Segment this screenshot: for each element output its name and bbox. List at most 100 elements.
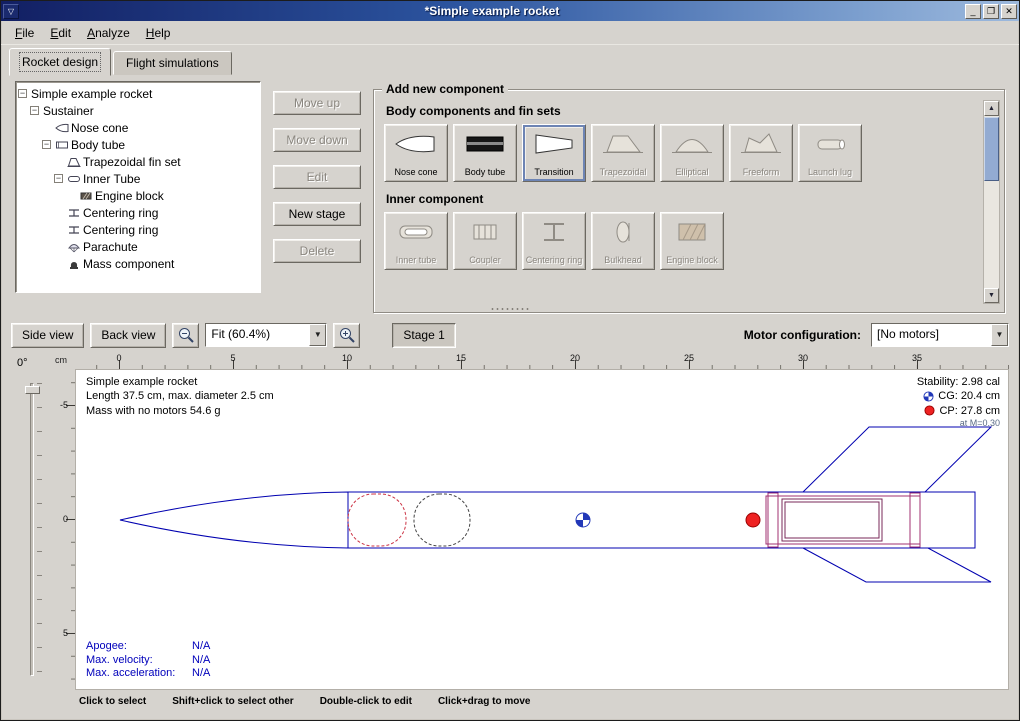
ruler-label: 0 [116, 353, 121, 363]
motor-config-select[interactable]: [No motors] ▼ [871, 323, 1009, 347]
tree-item-nose-cone[interactable]: Nose cone [16, 119, 260, 136]
move-down-button: Move down [273, 128, 361, 152]
body-components-section-label: Body components and fin sets [386, 104, 978, 118]
window-menu-button[interactable]: ▽ [3, 4, 19, 19]
hint-shift-click: Shift+click to select other [172, 696, 293, 707]
ruler-unit-label: cm [55, 355, 75, 369]
menu-help[interactable]: Help [138, 23, 179, 43]
rotation-slider-ticks [37, 383, 42, 676]
centering-ring-outline [768, 493, 778, 547]
component-button-bulkhead: Bulkhead [591, 212, 655, 270]
stability-readout: Stability: 2.98 cal CG: 20.4 cm CP: 27.8… [917, 375, 1000, 430]
zoom-level-select[interactable]: Fit (60.4%) ▼ [205, 323, 327, 347]
component-button-inner-tube: Inner tube [384, 212, 448, 270]
tree-item-centering-ring-1[interactable]: Centering ring [16, 204, 260, 221]
component-button-launch-lug: Launch lug [798, 124, 862, 182]
collapse-icon[interactable]: − [30, 106, 39, 115]
menu-file[interactable]: File [7, 23, 42, 43]
component-button-coupler: Coupler [453, 212, 517, 270]
tree-item-sustainer[interactable]: − Sustainer [16, 102, 260, 119]
side-view-button[interactable]: Side view [11, 323, 84, 348]
rocket-mass: Mass with no motors 54.6 g [86, 404, 274, 418]
mach-text: at M=0.30 [917, 418, 1000, 430]
inner-component-section-label: Inner component [386, 192, 978, 206]
chevron-down-icon[interactable]: ▼ [309, 324, 326, 346]
body-tube-shape-icon [463, 129, 507, 159]
engine-block-outline [782, 499, 882, 541]
scrollbar-track[interactable]: ▲ ▼ [983, 100, 1000, 304]
tree-item-mass-component[interactable]: Mass component [16, 255, 260, 272]
scroll-thumb[interactable] [984, 117, 999, 181]
component-button-freeform-fin: Freeform [729, 124, 793, 182]
centering-ring-icon [67, 224, 83, 236]
parachute-icon [67, 241, 83, 253]
trapezoidal-fin-icon [67, 156, 83, 168]
component-button-trapezoidal-fin: Trapezoidal [591, 124, 655, 182]
collapse-icon[interactable]: − [42, 140, 51, 149]
ruler-label: 35 [912, 353, 922, 363]
tree-item-engine-block[interactable]: Engine block [16, 187, 260, 204]
add-component-panel: Add new component Body components and fi… [373, 89, 1005, 313]
freeform-fin-shape-icon [739, 129, 783, 159]
scroll-down-icon[interactable]: ▼ [984, 288, 999, 303]
close-button[interactable]: ✕ [1001, 4, 1017, 19]
rocket-name: Simple example rocket [86, 375, 274, 389]
titlebar[interactable]: ▽ *Simple example rocket _ ❐ ✕ [1, 1, 1019, 21]
inner-component-buttons: Inner tube Coupler Centering ring [384, 212, 978, 270]
max-acceleration-value: N/A [192, 667, 210, 679]
maximize-button[interactable]: ❐ [983, 4, 999, 19]
zoom-out-button[interactable] [172, 323, 199, 348]
main-tabs: Rocket design Flight simulations [1, 45, 1019, 75]
component-button-nose-cone[interactable]: Nose cone [384, 124, 448, 182]
tree-item-centering-ring-2[interactable]: Centering ring [16, 221, 260, 238]
menu-edit[interactable]: Edit [42, 23, 79, 43]
horizontal-ruler: 0 5 10 15 20 25 30 35 [75, 353, 1009, 369]
hint-double-click: Double-click to edit [320, 696, 412, 707]
tab-rocket-design[interactable]: Rocket design [9, 48, 111, 76]
component-button-elliptical-fin: Elliptical [660, 124, 724, 182]
tree-item-body-tube[interactable]: − Body tube [16, 136, 260, 153]
zoom-in-button[interactable] [333, 323, 360, 348]
rotation-slider[interactable] [30, 383, 34, 676]
tree-item-trapezoidal-fin-set[interactable]: Trapezoidal fin set [16, 153, 260, 170]
stage-1-toggle[interactable]: Stage 1 [392, 323, 455, 348]
rotation-value: 0° [17, 357, 28, 369]
component-button-body-tube[interactable]: Body tube [453, 124, 517, 182]
new-stage-button[interactable]: New stage [273, 202, 361, 226]
rocket-dimensions: Length 37.5 cm, max. diameter 2.5 cm [86, 389, 274, 403]
lower-fin [803, 548, 991, 582]
nose-cone-icon [55, 122, 71, 134]
centering-ring-icon [67, 207, 83, 219]
ruler-label: 10 [342, 353, 352, 363]
ruler-label: 25 [684, 353, 694, 363]
component-button-engine-block: Engine block [660, 212, 724, 270]
back-view-button[interactable]: Back view [90, 323, 166, 348]
minimize-button[interactable]: _ [965, 4, 981, 19]
coupler-shape-icon [463, 217, 507, 247]
rotation-slider-handle[interactable] [25, 386, 40, 394]
chevron-down-icon[interactable]: ▼ [991, 324, 1008, 346]
collapse-icon[interactable]: − [54, 174, 63, 183]
cg-marker [576, 513, 590, 527]
component-tree: − Simple example rocket − Sustainer Nose… [15, 81, 261, 293]
motor-config-label: Motor configuration: [744, 328, 861, 342]
rocket-canvas[interactable]: Simple example rocket Length 37.5 cm, ma… [75, 369, 1009, 690]
tree-item-parachute[interactable]: Parachute [16, 238, 260, 255]
magnifier-plus-icon [338, 326, 356, 344]
tree-action-buttons: Move up Move down Edit New stage Delete [273, 81, 361, 263]
component-button-transition[interactable]: Transition [522, 124, 586, 182]
collapse-icon[interactable]: − [18, 89, 27, 98]
flight-data: Apogee:N/A Max. velocity:N/A Max. accele… [86, 640, 210, 681]
component-button-centering-ring: Centering ring [522, 212, 586, 270]
cg-text: CG: 20.4 cm [938, 389, 1000, 403]
hint-click-select: Click to select [79, 696, 146, 707]
tab-flight-simulations[interactable]: Flight simulations [113, 51, 232, 75]
vertical-ruler: -5 0 5 [55, 369, 75, 690]
menubar: File Edit Analyze Help [1, 21, 1019, 45]
cg-icon [923, 391, 934, 402]
scroll-up-icon[interactable]: ▲ [984, 101, 999, 116]
launch-lug-shape-icon [808, 129, 852, 159]
tree-item-rocket[interactable]: − Simple example rocket [16, 85, 260, 102]
menu-analyze[interactable]: Analyze [79, 23, 138, 43]
tree-item-inner-tube[interactable]: − Inner Tube [16, 170, 260, 187]
